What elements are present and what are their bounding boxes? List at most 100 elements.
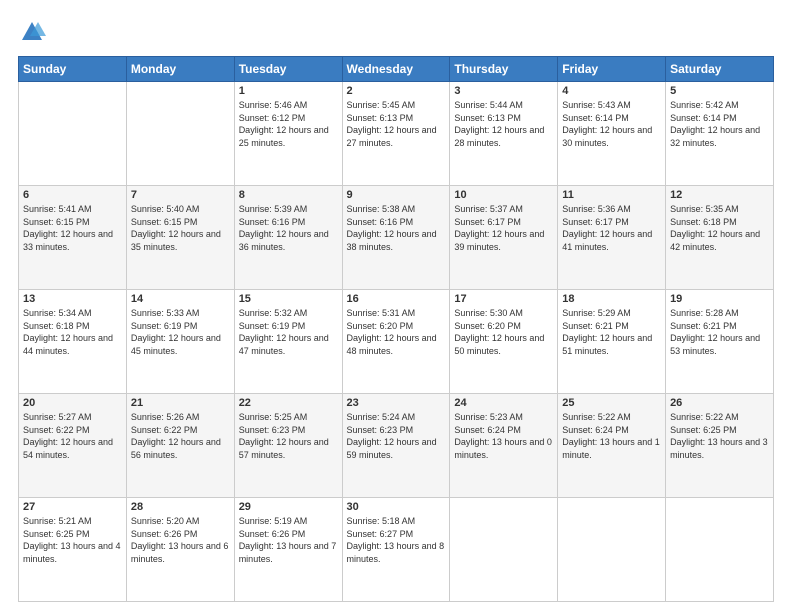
day-number: 20	[23, 397, 122, 409]
day-cell: 24 Sunrise: 5:23 AM Sunset: 6:24 PM Dayli…	[450, 394, 558, 498]
day-number: 15	[239, 293, 338, 305]
day-info: Sunrise: 5:41 AM Sunset: 6:15 PM Dayligh…	[23, 203, 122, 253]
day-cell: 6Sunrise: 5:41 AM Sunset: 6:15 PM Daylig…	[19, 186, 127, 290]
day-info: Sunrise: 5:44 AM Sunset: 6:13 PM Dayligh…	[454, 99, 553, 149]
day-cell: 25Sunrise: 5:22 AM Sunset: 6:24 PM Dayli…	[558, 394, 666, 498]
day-info: Sunrise: 5:21 AM Sunset: 6:25 PM Dayligh…	[23, 515, 122, 565]
day-info: Sunrise: 5:29 AM Sunset: 6:21 PM Dayligh…	[562, 307, 661, 357]
day-cell: 7Sunrise: 5:40 AM Sunset: 6:15 PM Daylig…	[126, 186, 234, 290]
day-cell: 27 Sunrise: 5:21 AM Sunset: 6:25 PM Dayli…	[19, 498, 127, 602]
day-number: 17	[454, 293, 553, 305]
day-cell: 22 Sunrise: 5:25 AM Sunset: 6:23 PM Dayli…	[234, 394, 342, 498]
weekday-tuesday: Tuesday	[234, 57, 342, 82]
day-number: 19	[670, 293, 769, 305]
day-number: 28	[131, 501, 230, 513]
page: SundayMondayTuesdayWednesdayThursdayFrid…	[0, 0, 792, 612]
day-cell	[558, 498, 666, 602]
day-cell: 2 Sunrise: 5:45 AM Sunset: 6:13 PM Daylig…	[342, 82, 450, 186]
day-cell: 20 Sunrise: 5:27 AM Sunset: 6:22 PM Dayli…	[19, 394, 127, 498]
day-number: 14	[131, 293, 230, 305]
day-number: 24	[454, 397, 553, 409]
day-cell: 11 Sunrise: 5:36 AM Sunset: 6:17 PM Dayli…	[558, 186, 666, 290]
day-number: 22	[239, 397, 338, 409]
week-row-2: 6Sunrise: 5:41 AM Sunset: 6:15 PM Daylig…	[19, 186, 774, 290]
day-info: Sunrise: 5:45 AM Sunset: 6:13 PM Dayligh…	[347, 99, 446, 149]
day-cell	[19, 82, 127, 186]
day-info: Sunrise: 5:25 AM Sunset: 6:23 PM Dayligh…	[239, 411, 338, 461]
day-number: 16	[347, 293, 446, 305]
day-cell: 5 Sunrise: 5:42 AM Sunset: 6:14 PM Daylig…	[666, 82, 774, 186]
day-info: Sunrise: 5:30 AM Sunset: 6:20 PM Dayligh…	[454, 307, 553, 357]
day-number: 27	[23, 501, 122, 513]
day-info: Sunrise: 5:42 AM Sunset: 6:14 PM Dayligh…	[670, 99, 769, 149]
day-cell: 10Sunrise: 5:37 AM Sunset: 6:17 PM Dayli…	[450, 186, 558, 290]
week-row-3: 13Sunrise: 5:34 AM Sunset: 6:18 PM Dayli…	[19, 290, 774, 394]
day-cell: 14 Sunrise: 5:33 AM Sunset: 6:19 PM Dayli…	[126, 290, 234, 394]
logo-icon	[18, 18, 46, 46]
weekday-monday: Monday	[126, 57, 234, 82]
day-cell: 4 Sunrise: 5:43 AM Sunset: 6:14 PM Daylig…	[558, 82, 666, 186]
day-info: Sunrise: 5:28 AM Sunset: 6:21 PM Dayligh…	[670, 307, 769, 357]
day-number: 8	[239, 189, 338, 201]
day-info: Sunrise: 5:31 AM Sunset: 6:20 PM Dayligh…	[347, 307, 446, 357]
day-cell: 12Sunrise: 5:35 AM Sunset: 6:18 PM Dayli…	[666, 186, 774, 290]
day-number: 18	[562, 293, 661, 305]
day-cell: 9 Sunrise: 5:38 AM Sunset: 6:16 PM Daylig…	[342, 186, 450, 290]
day-cell	[450, 498, 558, 602]
day-cell: 18 Sunrise: 5:29 AM Sunset: 6:21 PM Dayli…	[558, 290, 666, 394]
day-number: 25	[562, 397, 661, 409]
day-number: 12	[670, 189, 769, 201]
day-cell: 17 Sunrise: 5:30 AM Sunset: 6:20 PM Dayli…	[450, 290, 558, 394]
weekday-sunday: Sunday	[19, 57, 127, 82]
day-info: Sunrise: 5:32 AM Sunset: 6:19 PM Dayligh…	[239, 307, 338, 357]
day-number: 4	[562, 85, 661, 97]
day-number: 1	[239, 85, 338, 97]
day-info: Sunrise: 5:39 AM Sunset: 6:16 PM Dayligh…	[239, 203, 338, 253]
weekday-thursday: Thursday	[450, 57, 558, 82]
day-cell: 26Sunrise: 5:22 AM Sunset: 6:25 PM Dayli…	[666, 394, 774, 498]
day-cell: 8 Sunrise: 5:39 AM Sunset: 6:16 PM Daylig…	[234, 186, 342, 290]
day-cell: 3 Sunrise: 5:44 AM Sunset: 6:13 PM Daylig…	[450, 82, 558, 186]
day-cell: 21 Sunrise: 5:26 AM Sunset: 6:22 PM Dayli…	[126, 394, 234, 498]
day-info: Sunrise: 5:36 AM Sunset: 6:17 PM Dayligh…	[562, 203, 661, 253]
weekday-saturday: Saturday	[666, 57, 774, 82]
calendar-header: SundayMondayTuesdayWednesdayThursdayFrid…	[19, 57, 774, 82]
header	[18, 18, 774, 46]
day-number: 9	[347, 189, 446, 201]
day-info: Sunrise: 5:38 AM Sunset: 6:16 PM Dayligh…	[347, 203, 446, 253]
day-info: Sunrise: 5:43 AM Sunset: 6:14 PM Dayligh…	[562, 99, 661, 149]
day-info: Sunrise: 5:27 AM Sunset: 6:22 PM Dayligh…	[23, 411, 122, 461]
day-info: Sunrise: 5:18 AM Sunset: 6:27 PM Dayligh…	[347, 515, 446, 565]
day-info: Sunrise: 5:46 AM Sunset: 6:12 PM Dayligh…	[239, 99, 338, 149]
day-number: 21	[131, 397, 230, 409]
day-cell: 13Sunrise: 5:34 AM Sunset: 6:18 PM Dayli…	[19, 290, 127, 394]
day-cell: 30 Sunrise: 5:18 AM Sunset: 6:27 PM Dayli…	[342, 498, 450, 602]
day-number: 3	[454, 85, 553, 97]
day-number: 7	[131, 189, 230, 201]
day-info: Sunrise: 5:23 AM Sunset: 6:24 PM Dayligh…	[454, 411, 553, 461]
weekday-friday: Friday	[558, 57, 666, 82]
day-number: 11	[562, 189, 661, 201]
weekday-wednesday: Wednesday	[342, 57, 450, 82]
week-row-4: 20 Sunrise: 5:27 AM Sunset: 6:22 PM Dayli…	[19, 394, 774, 498]
day-cell: 19 Sunrise: 5:28 AM Sunset: 6:21 PM Dayli…	[666, 290, 774, 394]
calendar-body: 1 Sunrise: 5:46 AM Sunset: 6:12 PM Daylig…	[19, 82, 774, 602]
day-info: Sunrise: 5:24 AM Sunset: 6:23 PM Dayligh…	[347, 411, 446, 461]
day-number: 10	[454, 189, 553, 201]
day-number: 2	[347, 85, 446, 97]
day-info: Sunrise: 5:22 AM Sunset: 6:25 PM Dayligh…	[670, 411, 769, 461]
day-cell: 23 Sunrise: 5:24 AM Sunset: 6:23 PM Dayli…	[342, 394, 450, 498]
day-number: 5	[670, 85, 769, 97]
day-cell: 15 Sunrise: 5:32 AM Sunset: 6:19 PM Dayli…	[234, 290, 342, 394]
day-cell: 28Sunrise: 5:20 AM Sunset: 6:26 PM Dayli…	[126, 498, 234, 602]
day-info: Sunrise: 5:26 AM Sunset: 6:22 PM Dayligh…	[131, 411, 230, 461]
week-row-1: 1 Sunrise: 5:46 AM Sunset: 6:12 PM Daylig…	[19, 82, 774, 186]
day-cell: 1 Sunrise: 5:46 AM Sunset: 6:12 PM Daylig…	[234, 82, 342, 186]
day-cell: 29Sunrise: 5:19 AM Sunset: 6:26 PM Dayli…	[234, 498, 342, 602]
weekday-header-row: SundayMondayTuesdayWednesdayThursdayFrid…	[19, 57, 774, 82]
day-cell	[666, 498, 774, 602]
day-number: 23	[347, 397, 446, 409]
day-number: 30	[347, 501, 446, 513]
day-info: Sunrise: 5:33 AM Sunset: 6:19 PM Dayligh…	[131, 307, 230, 357]
day-info: Sunrise: 5:19 AM Sunset: 6:26 PM Dayligh…	[239, 515, 338, 565]
